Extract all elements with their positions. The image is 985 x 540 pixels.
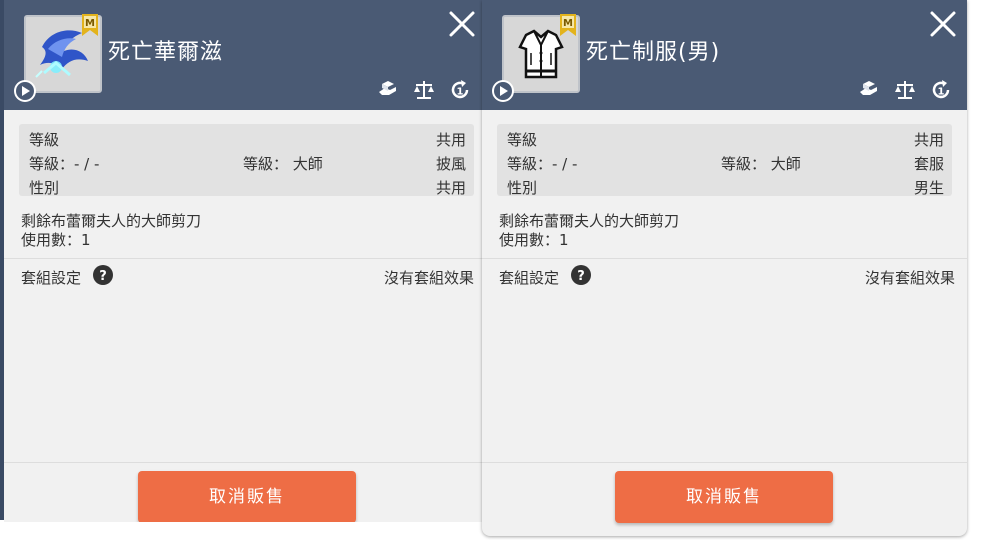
item-title: 死亡華爾滋 [108,40,224,65]
cancel-sale-button[interactable]: 取消販售 [615,471,833,523]
set-settings-row: 套組設定 ? 沒有套組效果 [499,265,955,289]
divider [4,258,486,259]
item-detail-panel-1: M 死亡華爾滋 1 等級 共用 等級：- / - 等級： 大師 披風 性別 共用… [4,0,486,522]
set-settings-row: 套組設定 ? 沒有套組效果 [21,265,474,289]
stat-label: 等級：- / - [507,155,578,173]
play-icon[interactable] [490,78,516,104]
item-description: 剩餘布蕾爾夫人的大師剪刀 使用數：1 [21,212,201,250]
item-description: 剩餘布蕾爾夫人的大師剪刀 使用數：1 [499,212,679,250]
item-stats-table: 等級 共用 等級：- / - 等級： 大師 套服 性別 男生 [497,124,952,197]
stat-label: 性別 [507,179,538,197]
hand-coin-icon[interactable] [857,78,881,102]
scale-icon[interactable] [893,78,917,102]
set-settings-label: 套組設定 [499,269,560,287]
set-effect-value: 沒有套組效果 [864,269,955,287]
panel-header: M 死亡制服(男) 1 [482,0,967,110]
question-icon[interactable]: ? [93,265,113,285]
usage-count: 使用數：1 [21,231,91,249]
item-stats-table: 等級 共用 等級：- / - 等級： 大師 披風 性別 共用 [19,124,474,197]
scale-icon[interactable] [412,78,436,102]
item-detail-panel-2: M 死亡制服(男) 1 等級 共用 等級：- / - 等級： 大師 套服 性別 … [482,0,967,536]
divider [482,462,967,463]
stat-value: 披風 [435,155,466,173]
set-settings-label: 套組設定 [21,269,82,287]
stat-label: 等級 [507,131,538,149]
usage-count: 使用數：1 [499,231,569,249]
play-icon[interactable] [12,78,38,104]
hand-coin-icon[interactable] [376,78,400,102]
refresh-one-icon[interactable]: 1 [448,78,472,102]
divider [482,258,967,259]
svg-text:M: M [85,18,95,29]
stat-label: 等級 [29,131,60,149]
header-action-icons: 1 [376,78,472,102]
stat-middle: 等級： 大師 [243,155,323,173]
stat-value: 套服 [913,155,944,173]
stat-middle: 等級： 大師 [721,155,801,173]
panel-header: M 死亡華爾滋 1 [4,0,486,110]
stat-label: 等級：- / - [29,155,100,173]
svg-text:M: M [563,18,573,29]
header-action-icons: 1 [857,78,953,102]
svg-text:?: ? [99,269,107,284]
close-icon[interactable] [929,10,957,38]
stat-value: 共用 [435,179,466,197]
description-line: 剩餘布蕾爾夫人的大師剪刀 [499,212,680,230]
stat-value: 共用 [435,131,466,149]
stat-label: 性別 [29,179,60,197]
stat-value: 共用 [913,131,944,149]
refresh-one-icon[interactable]: 1 [929,78,953,102]
set-effect-value: 沒有套組效果 [383,269,474,287]
stat-value: 男生 [913,179,944,197]
cancel-sale-button[interactable]: 取消販售 [138,471,356,522]
svg-text:1: 1 [938,87,945,98]
svg-text:?: ? [577,269,585,284]
question-icon[interactable]: ? [571,265,591,285]
master-badge-icon: M [82,14,98,36]
svg-text:1: 1 [457,87,464,98]
close-icon[interactable] [448,10,476,38]
description-line: 剩餘布蕾爾夫人的大師剪刀 [21,212,202,230]
master-badge-icon: M [560,14,576,36]
divider [4,462,486,463]
item-title: 死亡制服(男) [586,40,721,65]
